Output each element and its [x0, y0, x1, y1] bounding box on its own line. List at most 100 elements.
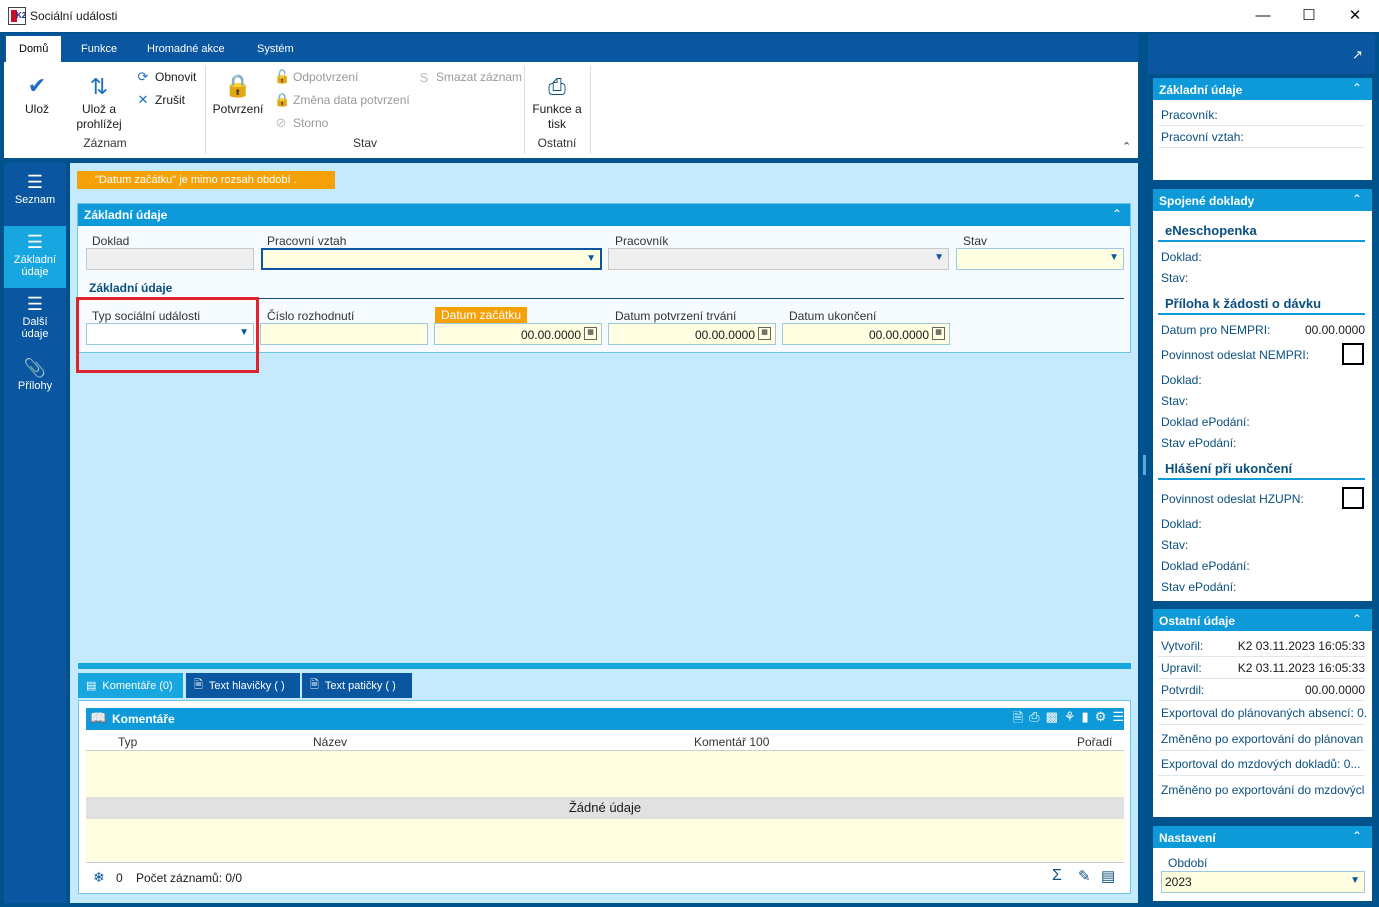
export-mzd-label: Exportoval do mzdových dokladů: 0... — [1161, 757, 1361, 771]
save-and-browse-button[interactable]: ⇅ Ulož a prohlížej — [70, 70, 128, 132]
minimize-icon[interactable]: — — [1240, 0, 1286, 30]
sum-icon[interactable]: Σ — [1052, 867, 1062, 885]
divider — [1158, 147, 1365, 148]
right-linked-header: Spojené doklady — [1153, 189, 1372, 211]
refresh-button[interactable]: ⟳ Obnovit — [136, 68, 197, 86]
hlaseni-title: Hlášení při ukončení — [1165, 461, 1293, 476]
collapse-chevron-icon[interactable]: ⌃ — [1352, 192, 1362, 206]
lock-icon: 🔒 — [224, 73, 252, 98]
doklad-field[interactable] — [86, 248, 254, 270]
cislo-rozhodnuti-input[interactable] — [260, 323, 428, 345]
povinnost-nempri-checkbox[interactable] — [1342, 343, 1364, 365]
tab-hromadne-akce[interactable]: Hromadné akce — [134, 36, 238, 62]
print-icon[interactable]: ⎙ — [1029, 709, 1039, 729]
list-icon: ☰ — [26, 294, 44, 314]
obdobi-label: Období — [1168, 856, 1208, 870]
collapse-chevron-icon[interactable]: ⌃ — [1352, 81, 1362, 95]
column-typ[interactable]: Typ — [118, 735, 137, 749]
calendar-icon[interactable]: ▦ — [584, 327, 597, 340]
tab-komentare[interactable]: ▤ Komentáře (0) — [78, 673, 183, 698]
tab-text-hlavicky[interactable]: 🗎 Text hlavičky ( ) — [186, 673, 300, 698]
column-komentar[interactable]: Komentář 100 — [694, 735, 769, 749]
app-logo-icon — [8, 7, 26, 25]
datum-zacatku-label: Datum začátku — [435, 307, 528, 323]
right-stav-label: Stav: — [1161, 538, 1189, 552]
divider — [1158, 700, 1365, 701]
grid-column-header — [86, 731, 1124, 751]
dropdown-icon[interactable]: ▼ — [586, 253, 596, 264]
title-bar — [0, 0, 1379, 32]
menu-icon[interactable]: ☰ — [1112, 709, 1124, 729]
divider — [1158, 125, 1365, 126]
nav-item-dalsi-udaje[interactable]: ☰ Další údaje — [4, 290, 66, 348]
nav-item-zakladni-udaje[interactable]: ☰ Základní údaje — [4, 226, 66, 288]
confirm-button[interactable]: 🔒 Potvrzení — [210, 70, 266, 116]
doklad-label: Doklad — [92, 234, 130, 248]
subsection-title: Základní údaje — [89, 281, 173, 295]
column-poradi[interactable]: Pořadí — [1077, 735, 1112, 749]
tab-domu[interactable]: Domů — [6, 36, 62, 62]
dropdown-icon[interactable]: ▼ — [1350, 875, 1360, 886]
splitter-handle[interactable] — [78, 663, 1131, 669]
right-pracovnik-label: Pracovník: — [1161, 108, 1218, 122]
tab-system[interactable]: Systém — [244, 36, 307, 62]
right-basic-header: Základní údaje — [1153, 78, 1372, 100]
ribbon-separator — [590, 66, 591, 154]
eneschopenka-title: eNeschopenka — [1165, 223, 1257, 238]
calendar-icon[interactable]: ▦ — [758, 327, 771, 340]
columns-icon[interactable]: ▮ — [1082, 709, 1089, 729]
povinnost-hzupn-checkbox[interactable] — [1342, 487, 1364, 509]
datum-zacatku-input[interactable]: 00.00.0000 ▦ — [434, 323, 602, 345]
pracovni-vztah-select[interactable]: ▼ — [261, 248, 602, 270]
printer-icon: ⎙ — [548, 73, 566, 99]
edit-icon[interactable]: ✎ — [1078, 867, 1091, 885]
snowflake-icon[interactable]: ❄ — [93, 869, 105, 886]
chart-icon[interactable]: ▩ — [1046, 709, 1058, 729]
export-icon[interactable]: ▤ — [1101, 867, 1115, 885]
unconfirm-button[interactable]: 🔓 Odpotvrzení — [274, 68, 358, 86]
delete-record-button[interactable]: S Smazat záznam — [417, 68, 522, 86]
filter-icon[interactable]: ⚘ — [1064, 709, 1076, 729]
storno-button[interactable]: ⊘ Storno — [274, 114, 329, 132]
nav-item-prilohy[interactable]: 📎 Přílohy — [4, 356, 66, 404]
pracovni-vztah-label: Pracovní vztah — [267, 234, 347, 248]
nav-item-seznam[interactable]: ☰ Seznam — [4, 170, 66, 222]
calendar-icon[interactable]: ▦ — [932, 327, 945, 340]
ribbon-collapse-chevron-icon[interactable]: ⌃ — [1122, 140, 1131, 153]
collapse-chevron-icon[interactable]: ⌃ — [1352, 829, 1362, 843]
right-doklad-label: Doklad: — [1161, 373, 1202, 387]
dropdown-icon[interactable]: ▼ — [934, 252, 944, 263]
stav-select[interactable]: ▼ — [956, 248, 1124, 270]
pracovnik-label: Pracovník — [615, 234, 669, 248]
gear-icon[interactable]: ⚙ — [1095, 709, 1107, 729]
list-icon: ☰ — [26, 172, 44, 192]
maximize-icon[interactable]: ☐ — [1286, 0, 1332, 30]
dropdown-icon[interactable]: ▼ — [1109, 252, 1119, 263]
column-nazev[interactable]: Název — [313, 735, 347, 749]
divider — [1158, 313, 1365, 315]
stav-label: Stav — [963, 234, 988, 248]
functions-print-button[interactable]: ⎙ Funkce a tisk — [530, 70, 584, 132]
collapse-chevron-icon[interactable]: ⌃ — [1112, 207, 1122, 221]
obdobi-select[interactable]: 2023 ▼ — [1161, 871, 1365, 893]
datum-ukonceni-input[interactable]: 00.00.0000 ▦ — [782, 323, 950, 345]
datum-potvrzeni-input[interactable]: 00.00.0000 ▦ — [608, 323, 776, 345]
tab-text-paticky[interactable]: 🗎 Text patičky ( ) — [302, 673, 412, 698]
document-icon: 🗎 — [194, 679, 203, 691]
upravil-value: K2 03.11.2023 16:05:33 — [1237, 661, 1365, 675]
change-date-button[interactable]: 🔒 Změna data potvrzení — [274, 91, 410, 109]
right-stav-label: Stav: — [1161, 271, 1189, 285]
cancel-x-icon: ✕ — [137, 92, 149, 107]
cancel-button[interactable]: ✕ Zrušit — [136, 91, 185, 109]
pracovnik-select[interactable]: ▼ — [608, 248, 949, 270]
sidebar-resize-handle[interactable] — [1143, 455, 1146, 475]
tab-funkce[interactable]: Funkce — [68, 36, 130, 62]
divider — [1158, 656, 1365, 657]
export-plan-label: Exportoval do plánovaných absencí: 0. — [1161, 706, 1366, 720]
collapse-chevron-icon[interactable]: ⌃ — [1352, 612, 1362, 626]
sidebar-top — [1148, 34, 1375, 74]
close-icon[interactable]: ✕ — [1332, 0, 1378, 30]
popout-icon[interactable]: ↗ — [1352, 47, 1363, 63]
save-button[interactable]: ✔ Ulož — [14, 70, 60, 116]
new-document-icon[interactable]: 🗎 — [1013, 709, 1023, 729]
